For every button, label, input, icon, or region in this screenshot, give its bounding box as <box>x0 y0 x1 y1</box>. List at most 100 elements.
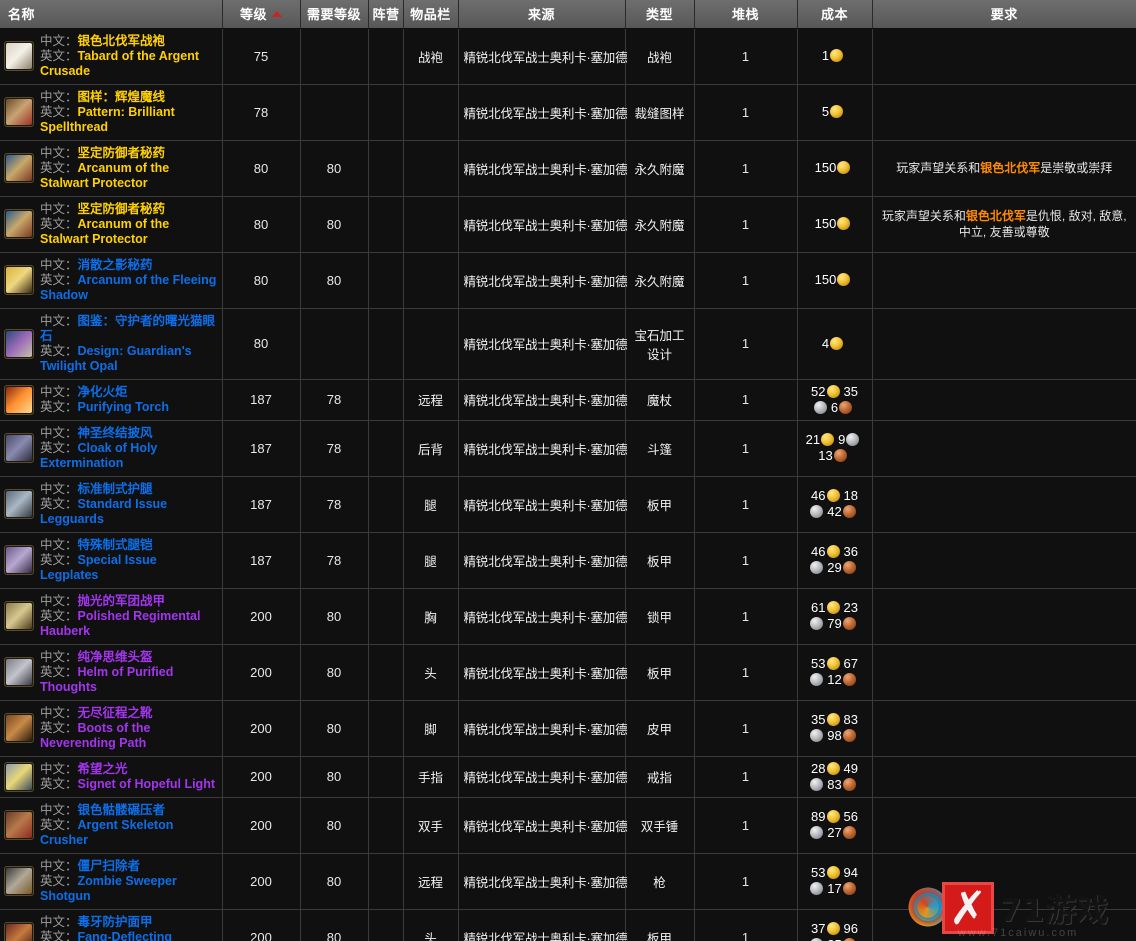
required-level-cell <box>300 84 369 141</box>
item-name-cell[interactable]: 中文：抛光的军团战甲 英文：Polished Regimental Hauberk <box>0 588 223 645</box>
copper-coin-icon <box>842 617 856 630</box>
item-type-cell: 裁缝图样 <box>625 84 695 141</box>
required-level-cell <box>300 308 369 380</box>
item-name-cn[interactable]: 图样：辉煌魔线 <box>78 90 166 104</box>
item-name-cell[interactable]: 中文：净化火炬 英文：Purifying Torch <box>0 379 223 421</box>
table-row[interactable]: 中文：银色北伐军战袍 英文：Tabard of the Argent Crusad… <box>0 28 1136 85</box>
item-name-cn[interactable]: 消散之影秘药 <box>78 258 153 272</box>
column-header-source[interactable]: 来源 <box>458 0 626 29</box>
item-name-cn[interactable]: 无尽征程之靴 <box>78 706 153 720</box>
item-name-cell[interactable]: 中文：毒牙防护面甲英文：Fang-Deflecting Faceguard <box>0 909 223 941</box>
item-name-en[interactable]: Purifying Torch <box>78 400 169 414</box>
cost-amount-gold: 150 <box>814 272 837 287</box>
table-row[interactable]: 中文：银色骷髅碾压者 英文：Argent Skeleton Crusher 200 8… <box>0 797 1136 854</box>
item-name-cell[interactable]: 中文：希望之光 英文：Signet of Hopeful Light <box>0 756 223 798</box>
item-name-cn[interactable]: 纯净思维头盔 <box>78 650 153 664</box>
item-type-cell: 永久附魔 <box>625 196 695 253</box>
item-name-cn[interactable]: 标准制式护腿 <box>78 482 153 496</box>
item-name-cell[interactable]: 中文：特殊制式腿铠 英文：Special Issue Legplates <box>0 532 223 589</box>
item-name-cell[interactable]: 中文：银色骷髅碾压者 英文：Argent Skeleton Crusher <box>0 797 223 854</box>
item-slot-cell: 腿 <box>403 476 459 533</box>
item-name-cell[interactable]: 中文：神圣终结披风 英文：Cloak of Holy Extermination <box>0 420 223 477</box>
item-name-cell[interactable]: 中文：纯净思维头盔 英文：Helm of Purified Thoughts <box>0 644 223 701</box>
gold-coin-icon <box>821 433 835 446</box>
column-header-faction[interactable]: 阵营 <box>368 0 404 29</box>
requirement-faction-link[interactable]: 银色北伐军 <box>966 209 1026 223</box>
table-row[interactable]: 中文：抛光的军团战甲 英文：Polished Regimental Hauberk… <box>0 588 1136 645</box>
cost-amount-silver: 36 <box>843 544 858 559</box>
item-name-cell[interactable]: 中文：僵尸扫除者 英文：Zombie Sweeper Shotgun <box>0 853 223 910</box>
item-table: 名称 等级 需要等级 阵营 物品栏 来源 类型 堆栈 成本 要求 中文：银色北伐军战袍 英文：Tab… <box>0 0 1136 941</box>
column-header-reqlvl[interactable]: 需要等级 <box>300 0 369 29</box>
table-row[interactable]: 中文：希望之光 英文：Signet of Hopeful Light 200 80 手指… <box>0 756 1136 798</box>
item-name-cell[interactable]: 中文：图样：辉煌魔线 英文：Pattern: Brilliant Spellthr… <box>0 84 223 141</box>
table-row[interactable]: 中文：毒牙防护面甲英文：Fang-Deflecting Faceguard200… <box>0 909 1136 941</box>
item-level-cell: 200 <box>222 644 301 701</box>
gold-coin-icon <box>826 601 840 614</box>
column-header-req[interactable]: 要求 <box>872 0 1136 29</box>
item-name-cn[interactable]: 净化火炬 <box>78 385 128 399</box>
item-name-en-line: 英文：Purifying Torch <box>40 400 169 415</box>
required-level-cell <box>300 28 369 85</box>
table-row[interactable]: 中文：特殊制式腿铠 英文：Special Issue Legplates 187 78… <box>0 532 1136 589</box>
item-type-cell: 战袍 <box>625 28 695 85</box>
item-type-cell: 锁甲 <box>625 588 695 645</box>
table-row[interactable]: 中文：无尽征程之靴 英文：Boots of the Neverending Pat… <box>0 700 1136 757</box>
item-name-cn[interactable]: 银色北伐军战袍 <box>78 34 166 48</box>
table-row[interactable]: 中文：图鉴：守护者的曙光猫眼石 英文：Design: Guardian's Twi… <box>0 308 1136 380</box>
item-name-cn[interactable]: 坚定防御者秘药 <box>78 146 166 160</box>
table-row[interactable]: 中文：图样：辉煌魔线 英文：Pattern: Brilliant Spellthr… <box>0 84 1136 141</box>
column-header-cost[interactable]: 成本 <box>797 0 873 29</box>
table-row[interactable]: 中文：坚定防御者秘药 英文：Arcanum of the Stalwart Pro… <box>0 140 1136 197</box>
table-row[interactable]: 中文：标准制式护腿 英文：Standard Issue Legguards 187 7… <box>0 476 1136 533</box>
item-stack-cell: 1 <box>694 909 798 941</box>
label-cn: 中文： <box>40 145 78 160</box>
label-cn: 中文： <box>40 33 78 48</box>
item-name-cn[interactable]: 坚定防御者秘药 <box>78 202 166 216</box>
item-name-cn[interactable]: 毒牙防护面甲 <box>78 915 153 929</box>
cost-amount-silver: 49 <box>843 760 858 776</box>
item-name-cn[interactable]: 僵尸扫除者 <box>78 859 141 873</box>
tabard-white-icon <box>4 41 34 71</box>
cost-amount-gold: 150 <box>814 216 837 231</box>
column-header-slot[interactable]: 物品栏 <box>403 0 459 29</box>
requirement-faction-link[interactable]: 银色北伐军 <box>980 161 1040 175</box>
faction-cell <box>368 28 404 85</box>
item-name-cell[interactable]: 中文：坚定防御者秘药 英文：Arcanum of the Stalwart Pro… <box>0 196 223 253</box>
faction-cell <box>368 476 404 533</box>
item-name-cn[interactable]: 神圣终结披风 <box>78 426 153 440</box>
item-type-cell: 皮甲 <box>625 700 695 757</box>
copper-coin-icon <box>842 673 856 686</box>
table-row[interactable]: 中文：坚定防御者秘药 英文：Arcanum of the Stalwart Pro… <box>0 196 1136 253</box>
table-row[interactable]: 中文：消散之影秘药 英文：Arcanum of the Fleeing Shado… <box>0 252 1136 309</box>
table-row[interactable]: 中文：纯净思维头盔 英文：Helm of Purified Thoughts 200… <box>0 644 1136 701</box>
item-name-cn[interactable]: 特殊制式腿铠 <box>78 538 153 552</box>
item-name-cn-line: 中文：抛光的军团战甲 <box>40 594 218 609</box>
sort-ascending-icon <box>272 11 282 18</box>
item-level-cell: 187 <box>222 420 301 477</box>
column-header-name[interactable]: 名称 <box>0 0 223 29</box>
item-name-cell[interactable]: 中文：图鉴：守护者的曙光猫眼石 英文：Design: Guardian's Twi… <box>0 308 223 380</box>
item-name-cn[interactable]: 希望之光 <box>78 762 128 776</box>
table-row[interactable]: 中文：神圣终结披风 英文：Cloak of Holy Extermination 1… <box>0 420 1136 477</box>
table-row[interactable]: 中文：净化火炬 英文：Purifying Torch 187 78 远程 精锐北伐军战士奥… <box>0 379 1136 421</box>
item-name-cn-line: 中文：僵尸扫除者 <box>40 859 218 874</box>
column-header-type[interactable]: 类型 <box>625 0 695 29</box>
item-stack-cell: 1 <box>694 853 798 910</box>
item-name-cell[interactable]: 中文：银色北伐军战袍 英文：Tabard of the Argent Crusad… <box>0 28 223 85</box>
column-header-stack[interactable]: 堆栈 <box>694 0 798 29</box>
required-level-cell: 80 <box>300 588 369 645</box>
item-name-cell[interactable]: 中文：无尽征程之靴 英文：Boots of the Neverending Pat… <box>0 700 223 757</box>
item-name-cell[interactable]: 中文：标准制式护腿 英文：Standard Issue Legguards <box>0 476 223 533</box>
item-name-cell[interactable]: 中文：坚定防御者秘药 英文：Arcanum of the Stalwart Pro… <box>0 140 223 197</box>
column-header-level[interactable]: 等级 <box>222 0 301 29</box>
item-name-cn-line: 中文：图鉴：守护者的曙光猫眼石 <box>40 314 218 344</box>
table-row[interactable]: 中文：僵尸扫除者 英文：Zombie Sweeper Shotgun 200 80 远程… <box>0 853 1136 910</box>
item-name-cn[interactable]: 银色骷髅碾压者 <box>78 803 166 817</box>
required-level-cell: 80 <box>300 196 369 253</box>
item-name-en[interactable]: Signet of Hopeful Light <box>78 777 215 791</box>
item-name-cell[interactable]: 中文：消散之影秘药 英文：Arcanum of the Fleeing Shado… <box>0 252 223 309</box>
item-source-cell: 精锐北伐军战士奥利卡·塞加德 <box>458 532 628 589</box>
item-name-cn[interactable]: 抛光的军团战甲 <box>78 594 166 608</box>
label-cn: 中文： <box>40 858 78 873</box>
